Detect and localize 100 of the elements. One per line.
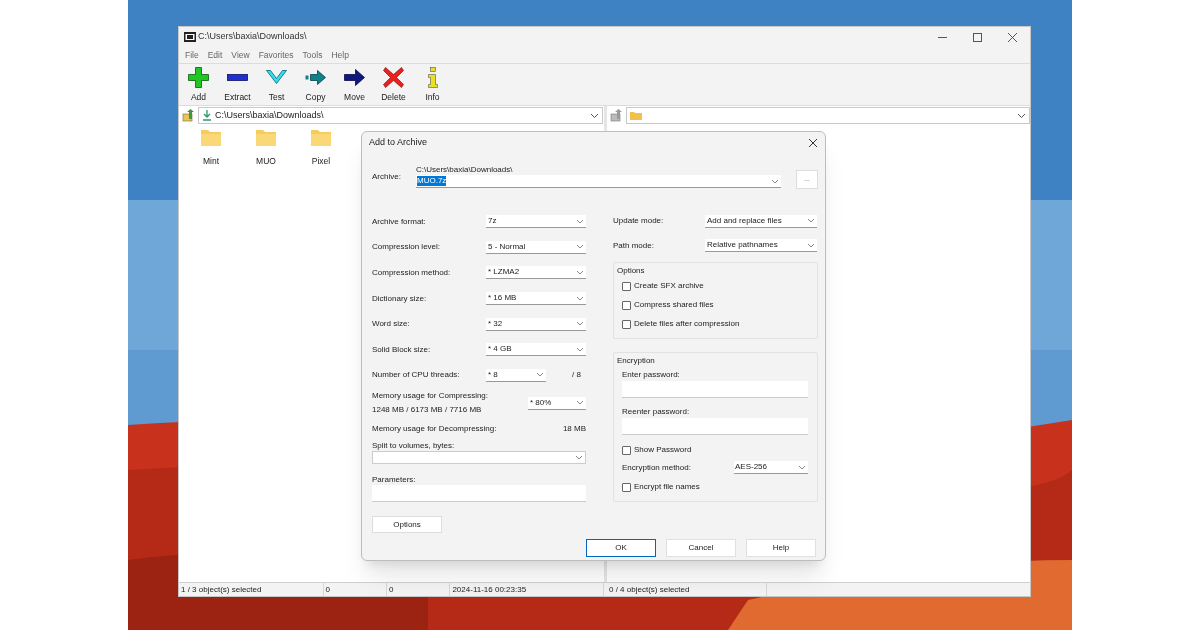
field-label: Memory usage for Decompressing: [372, 423, 497, 436]
toolbar-button[interactable]: Test [257, 64, 296, 105]
chevron-down-icon [799, 465, 805, 469]
plus-icon [188, 67, 209, 88]
folder-icon [201, 130, 221, 146]
checkbox[interactable] [622, 281, 631, 291]
menu-item[interactable]: Tools [298, 48, 327, 62]
field-label: Archive: [372, 171, 402, 183]
folder-icon [630, 111, 642, 120]
chevron-down-icon [808, 219, 814, 223]
chevron-down-icon [537, 373, 543, 377]
menu-item[interactable]: Favorites [254, 48, 298, 62]
chevron-down-icon [577, 322, 583, 326]
dropdown[interactable]: * 32 [486, 317, 586, 331]
dropdown[interactable]: Add and replace files [705, 214, 817, 228]
field-label: Encryption method: [622, 461, 692, 474]
download-arrow-icon [202, 110, 212, 121]
chevron-down-icon [577, 347, 583, 351]
checkbox-label: Show Password [634, 444, 692, 456]
address-combo[interactable]: C:\Users\baxia\Downloads\ [198, 107, 603, 124]
folder-path: C:\Users\baxia\Downloads\ [416, 164, 514, 175]
checkbox-label: Encrypt file names [634, 481, 700, 493]
dropdown[interactable]: * 80% [528, 396, 586, 410]
app-logo-icon [184, 32, 196, 42]
field-value: / 8 [572, 369, 582, 382]
dropdown[interactable]: * LZMA2 [486, 266, 586, 280]
folder-up-icon[interactable] [610, 109, 623, 122]
status-cell: 2024-11-16 00:23:35 [450, 583, 604, 596]
dropdown[interactable]: 5 - Normal [486, 240, 586, 254]
toolbar-button[interactable]: Delete [374, 64, 413, 105]
arrow-icon [344, 67, 365, 88]
checkbox-label: Delete files after compression [634, 318, 740, 330]
close-icon[interactable] [809, 139, 817, 147]
field-label: Dictionary size: [372, 292, 428, 305]
status-cell: 1 / 3 object(s) selected [179, 583, 324, 596]
cross-icon [383, 67, 404, 88]
chevron-down-icon [577, 296, 583, 300]
dropdown[interactable]: 7z [486, 215, 586, 229]
chevron-down-icon [808, 243, 814, 247]
chevron-down-icon [576, 456, 582, 460]
ok-button[interactable]: OK [586, 539, 656, 558]
toolbar-button[interactable]: Info [413, 64, 452, 105]
password-field[interactable] [622, 418, 808, 435]
folder-icon [256, 130, 276, 146]
chevron-down-icon [1018, 113, 1025, 118]
checkbox[interactable] [622, 300, 631, 310]
options-button[interactable]: Options [372, 516, 442, 534]
menu-item[interactable]: Help [327, 48, 353, 62]
field-label: Archive format: [372, 215, 427, 228]
menu-item[interactable]: Edit [203, 48, 227, 62]
dropdown[interactable]: Relative pathnames [705, 239, 817, 253]
checkbox-label: Compress shared files [634, 299, 714, 311]
field-label: Number of CPU threads: [372, 369, 461, 382]
chevron-down-icon [591, 113, 598, 118]
dialog-button[interactable]: Help [746, 539, 816, 558]
field-label: Enter password: [622, 369, 681, 381]
status-cell: 0 [323, 583, 387, 596]
toolbar-button[interactable]: Extract [218, 64, 257, 105]
folder-item[interactable]: Mint [191, 130, 231, 168]
folder-item[interactable]: MUO [246, 130, 286, 168]
group-title: Encryption [617, 355, 656, 367]
dropdown[interactable]: * 16 MB [486, 292, 586, 306]
dialog-title: Add to Archive [369, 136, 428, 150]
checkbox[interactable] [622, 482, 631, 492]
field-label: Memory usage for Compressing: [372, 390, 490, 403]
field-label: Word size: [372, 318, 411, 331]
encryption-method-combo[interactable]: AES-256 [734, 461, 808, 474]
window-title: C:\Users\baxia\Downloads\ [198, 30, 307, 44]
field-label: Reenter password: [622, 406, 691, 418]
menu-item[interactable]: File [181, 48, 203, 62]
toolbar-button[interactable]: Add [179, 64, 218, 105]
field-label: Update mode: [613, 215, 665, 228]
field-label: Parameters: [372, 474, 417, 485]
dialog-button[interactable]: Cancel [666, 539, 736, 558]
status-cell: 0 [387, 583, 451, 596]
field-label: Split to volumes, bytes: [372, 440, 456, 451]
folder-item[interactable]: Pixel [301, 130, 341, 168]
close-icon[interactable] [1008, 32, 1017, 42]
parameters-field[interactable] [372, 485, 586, 503]
password-field[interactable] [622, 381, 808, 398]
checkbox[interactable] [622, 445, 631, 455]
maximize-icon[interactable] [973, 32, 982, 42]
field-label: Path mode: [613, 239, 655, 252]
field-label: Compression level: [372, 241, 442, 254]
checkbox[interactable] [622, 319, 631, 329]
field-value: 1248 MB / 6173 MB / 7716 MB [372, 404, 483, 417]
field-label: Compression method: [372, 267, 452, 279]
chevron-down-icon [577, 271, 583, 274]
dropdown[interactable]: * 4 GB [486, 343, 586, 357]
field-label: Solid Block size: [372, 343, 432, 356]
folder-up-icon[interactable] [182, 109, 195, 122]
menu-item[interactable]: View [227, 48, 254, 62]
toolbar-button[interactable]: Move [335, 64, 374, 105]
toolbar-button[interactable]: Copy [296, 64, 335, 105]
checkbox-label: Create SFX archive [634, 280, 704, 292]
folder-icon [311, 130, 331, 146]
dropdown[interactable]: * 8 [486, 368, 546, 382]
archive-combo[interactable]: MUO.7z [416, 175, 781, 188]
chevron-down-icon [772, 179, 778, 183]
chevron-down-icon [577, 401, 583, 405]
